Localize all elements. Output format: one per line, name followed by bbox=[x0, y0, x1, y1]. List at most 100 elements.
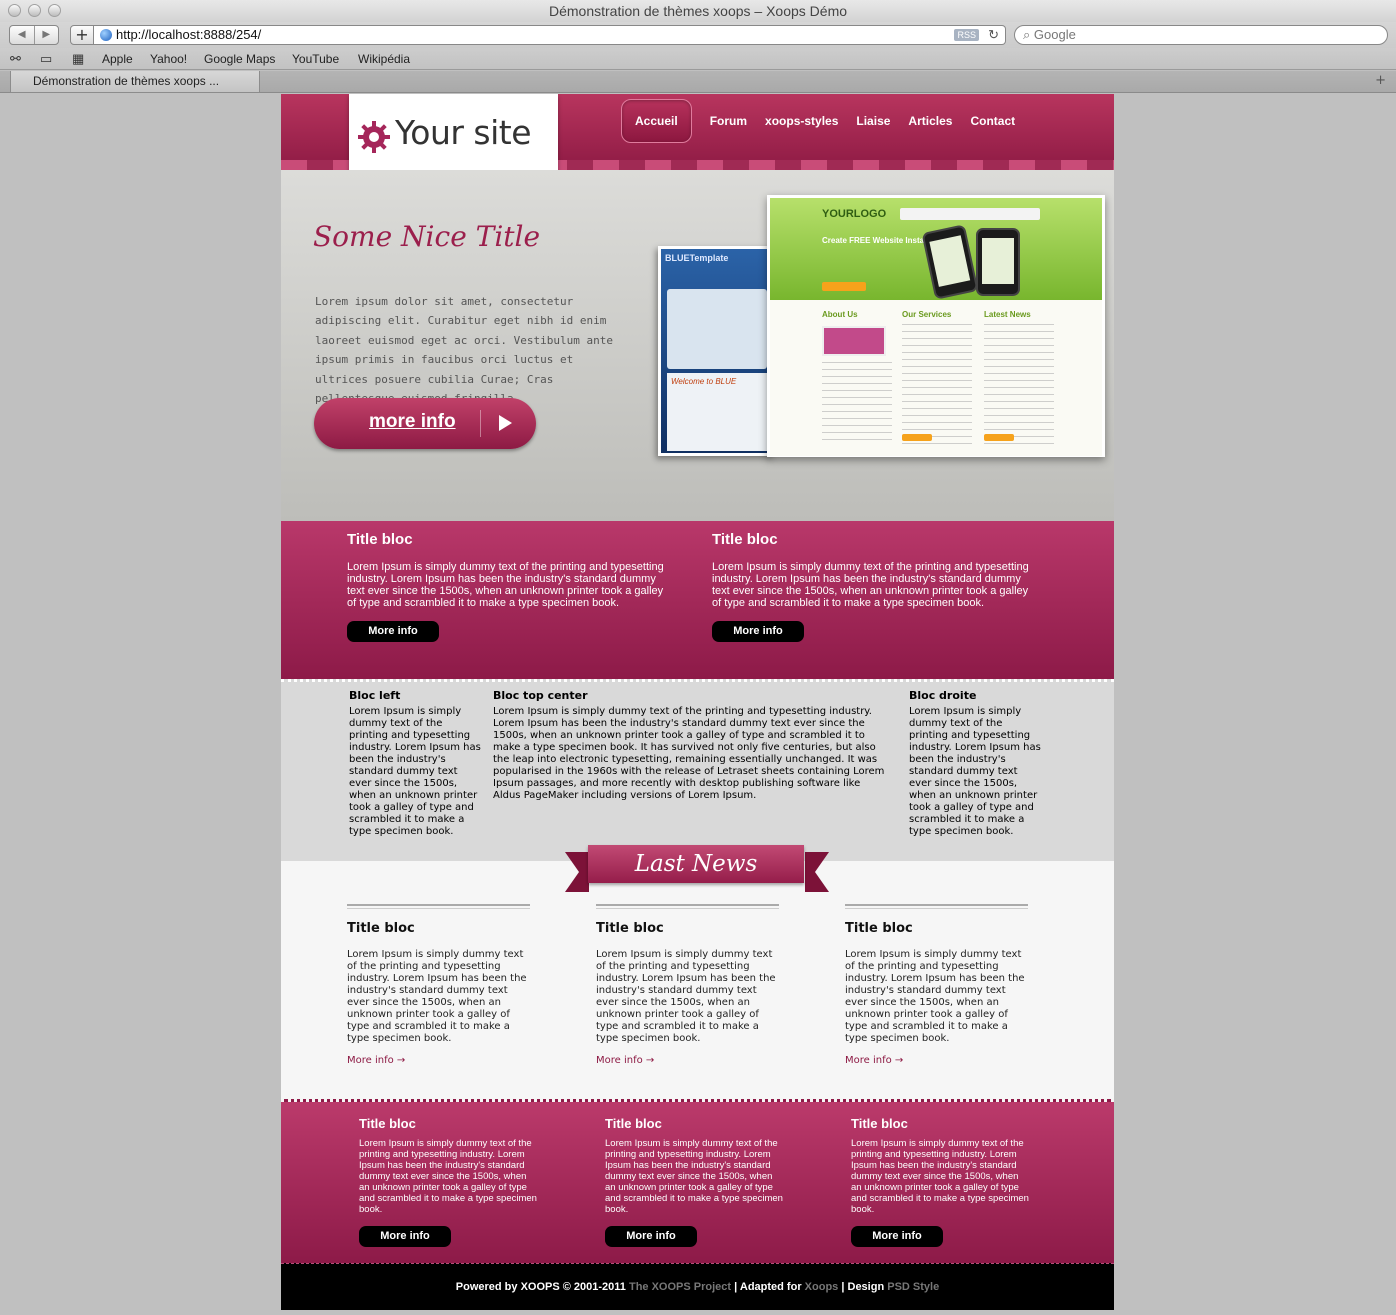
green-template-button bbox=[822, 282, 866, 291]
green-text-lines bbox=[902, 324, 972, 444]
bloc-top-center: Bloc top center Lorem Ipsum is simply du… bbox=[493, 690, 888, 802]
bottom-block-title: Title bloc bbox=[359, 1116, 416, 1131]
minimize-window-button[interactable] bbox=[28, 4, 41, 17]
bloc-right-title: Bloc droite bbox=[909, 689, 977, 702]
footer-xoops-link[interactable]: Xoops bbox=[805, 1281, 839, 1293]
green-template-nav bbox=[900, 208, 1040, 220]
footer-project-link[interactable]: The XOOPS Project bbox=[629, 1281, 731, 1293]
logo-text: Your site bbox=[395, 113, 532, 152]
bottom-blocks-band: Title bloc Lorem Ipsum is simply dummy t… bbox=[281, 1099, 1114, 1263]
bookmark-google-maps[interactable]: Google Maps bbox=[204, 52, 275, 66]
green-text-lines bbox=[984, 324, 1054, 444]
nav-articles[interactable]: Articles bbox=[908, 114, 952, 128]
news-text: Lorem Ipsum is simply dummy text of the … bbox=[347, 949, 527, 1044]
address-bar[interactable]: http://localhost:8888/254/ RSS ↻ bbox=[94, 25, 1006, 45]
reload-icon[interactable]: ↻ bbox=[988, 26, 999, 44]
bottom-block: Title bloc Lorem Ipsum is simply dummy t… bbox=[605, 1116, 785, 1247]
more-info-button[interactable]: more info bbox=[314, 398, 536, 449]
top-block-text: Lorem Ipsum is simply dummy text of the … bbox=[347, 561, 664, 609]
window-titlebar: Démonstration de thèmes xoops – Xoops Dé… bbox=[0, 0, 1396, 22]
last-news-ribbon: Last News bbox=[588, 845, 804, 883]
phone-image bbox=[976, 228, 1020, 296]
ribbon-tail-right bbox=[805, 852, 829, 892]
more-info-button[interactable]: More info bbox=[851, 1226, 943, 1247]
search-input[interactable]: ⌕ Google bbox=[1014, 25, 1388, 45]
zoom-window-button[interactable] bbox=[48, 4, 61, 17]
bookmark-yahoo[interactable]: Yahoo! bbox=[150, 52, 187, 66]
bloc-center-title: Bloc top center bbox=[493, 689, 588, 702]
news-more-link[interactable]: More info → bbox=[845, 1055, 1028, 1066]
footer-powered: Powered by XOOPS © 2001-2011 bbox=[455, 1281, 626, 1293]
more-info-button[interactable]: More info bbox=[347, 621, 439, 642]
phone-image bbox=[921, 224, 979, 300]
green-col-news: Latest News bbox=[984, 310, 1031, 319]
top-block-title: Title bloc bbox=[712, 531, 778, 548]
history-buttons: ◀ ▶ bbox=[9, 25, 59, 45]
green-read-more bbox=[902, 434, 932, 441]
add-bookmark-button[interactable]: + bbox=[70, 25, 94, 45]
main-nav: Accueil Forum xoops-styles Liaise Articl… bbox=[621, 98, 1033, 144]
news-divider bbox=[845, 904, 1028, 909]
window-title: Démonstration de thèmes xoops – Xoops Dé… bbox=[548, 3, 848, 19]
ribbon-tail-left bbox=[565, 852, 589, 892]
news-title: Title bloc bbox=[845, 921, 913, 936]
top-block: Title bloc Lorem Ipsum is simply dummy t… bbox=[347, 531, 667, 642]
green-read-more bbox=[984, 434, 1014, 441]
close-window-button[interactable] bbox=[8, 4, 21, 17]
nav-forum[interactable]: Forum bbox=[710, 114, 747, 128]
hero-title: Some Nice Title bbox=[313, 220, 541, 253]
green-template-thumb bbox=[822, 326, 886, 356]
bottom-block-text: Lorem Ipsum is simply dummy text of the … bbox=[359, 1138, 537, 1215]
bookmark-wikipedia[interactable]: Wikipédia bbox=[358, 52, 410, 66]
hero-text: Lorem ipsum dolor sit amet, consectetur … bbox=[315, 295, 614, 405]
blue-template-header: BLUETemplate bbox=[665, 253, 729, 263]
more-info-button[interactable]: More info bbox=[712, 621, 804, 642]
search-icon: ⌕ bbox=[1023, 27, 1031, 42]
news-divider bbox=[347, 904, 530, 909]
news-more-link[interactable]: More info → bbox=[596, 1055, 779, 1066]
top-block-title: Title bloc bbox=[347, 531, 413, 548]
browser-tab[interactable]: Démonstration de thèmes xoops ... bbox=[10, 71, 260, 93]
bottom-block-text: Lorem Ipsum is simply dummy text of the … bbox=[851, 1138, 1029, 1215]
green-text-lines bbox=[822, 362, 892, 442]
green-template-preview: YOURLOGO Create FREE Website Instantly A… bbox=[767, 195, 1105, 457]
book-icon[interactable]: ▭ bbox=[40, 51, 52, 67]
reading-glasses-icon[interactable]: ⚯ bbox=[10, 51, 21, 67]
bloc-center-text: Lorem Ipsum is simply dummy text of the … bbox=[493, 706, 885, 801]
nav-contact[interactable]: Contact bbox=[970, 114, 1015, 128]
tab-bar: Démonstration de thèmes xoops ... + bbox=[0, 71, 1396, 93]
news-title: Title bloc bbox=[347, 921, 415, 936]
top-block-text: Lorem Ipsum is simply dummy text of the … bbox=[712, 561, 1029, 609]
site-icon bbox=[100, 29, 112, 41]
news-title: Title bloc bbox=[596, 921, 664, 936]
gear-logo-icon bbox=[358, 121, 390, 153]
news-text: Lorem Ipsum is simply dummy text of the … bbox=[596, 949, 776, 1044]
bookmark-youtube[interactable]: YouTube bbox=[292, 52, 339, 66]
footer-design: Design bbox=[847, 1281, 885, 1293]
nav-accueil[interactable]: Accueil bbox=[621, 99, 692, 143]
new-tab-icon[interactable]: + bbox=[1375, 73, 1386, 88]
bookmark-apple[interactable]: Apple bbox=[102, 52, 133, 66]
back-icon[interactable]: ◀ bbox=[10, 26, 35, 44]
forward-icon[interactable]: ▶ bbox=[35, 26, 59, 44]
nav-xoops-styles[interactable]: xoops-styles bbox=[765, 114, 838, 128]
more-info-button[interactable]: More info bbox=[359, 1226, 451, 1247]
grid-icon[interactable]: ▦ bbox=[72, 51, 84, 67]
web-page: Your site Accueil Forum xoops-styles Lia… bbox=[281, 94, 1114, 1310]
more-info-label: more info bbox=[369, 411, 456, 432]
bottom-block-title: Title bloc bbox=[605, 1116, 662, 1131]
green-col-services: Our Services bbox=[902, 310, 952, 319]
nav-liaise[interactable]: Liaise bbox=[856, 114, 890, 128]
news-more-link[interactable]: More info → bbox=[347, 1055, 530, 1066]
search-placeholder: Google bbox=[1033, 27, 1076, 42]
url-text: http://localhost:8888/254/ bbox=[116, 27, 262, 42]
footer-psd-link[interactable]: PSD Style bbox=[887, 1281, 939, 1293]
more-info-button[interactable]: More info bbox=[605, 1226, 697, 1247]
browser-toolbar: ◀ ▶ + http://localhost:8888/254/ RSS ↻ ⌕… bbox=[0, 22, 1396, 48]
news-item: Title bloc Lorem Ipsum is simply dummy t… bbox=[347, 904, 530, 1066]
rss-button[interactable]: RSS bbox=[954, 29, 979, 41]
site-logo[interactable]: Your site bbox=[349, 94, 558, 174]
bottom-block: Title bloc Lorem Ipsum is simply dummy t… bbox=[359, 1116, 539, 1247]
play-arrow-icon bbox=[499, 415, 512, 431]
green-template-body: About Us Our Services Latest News bbox=[770, 300, 1102, 456]
